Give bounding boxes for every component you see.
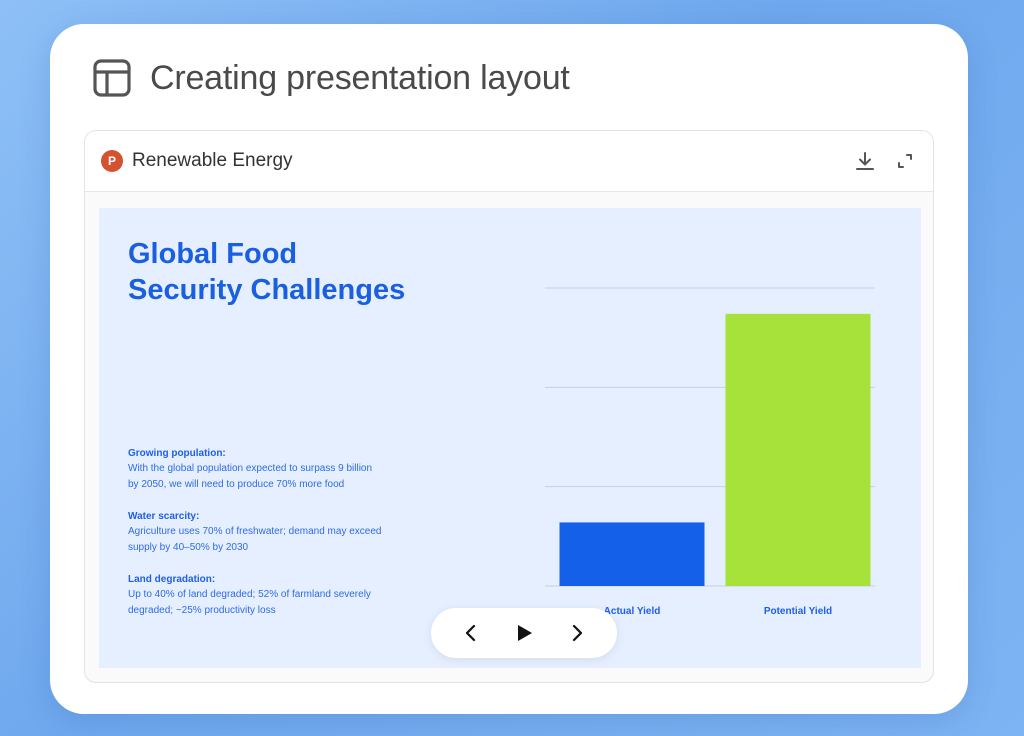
slide-preview: Global Food Security Challenges Growing … [99,208,921,668]
presentation-viewer: P Renewable Energy Global Food Security … [84,130,934,683]
slide-title-line-2: Security Challenges [128,274,406,306]
bullet-heading: Growing population: [128,448,226,459]
bullet-text-line: supply by 40–50% by 2030 [128,542,249,553]
bullet-heading: Water scarcity: [128,511,200,522]
playback-controls [431,608,617,658]
viewer-actions [853,149,917,173]
bar-potential-yield [725,313,871,586]
bullet-heading: Land degradation: [128,574,216,585]
bullet-item: Growing population: With the global popu… [128,448,438,493]
play-icon[interactable] [513,622,535,644]
slide-title: Global Food Security Challenges [128,236,488,308]
powerpoint-icon: P [101,150,123,172]
card-header: Creating presentation layout [92,56,570,100]
viewer-toolbar: P Renewable Energy [85,131,933,192]
bullet-text-line: degraded; ~25% productivity loss [128,605,276,616]
slide-title-line-1: Global Food [128,238,298,270]
yield-bar-chart: Actual Yield Potential Yield [539,287,889,648]
bullet-text-line: With the global population expected to s… [128,463,373,474]
chevron-left-icon[interactable] [460,622,482,644]
category-label: Actual Yield [604,606,661,617]
bullet-text-line: Up to 40% of land degraded; 52% of farml… [128,589,371,600]
bullet-text-line: by 2050, we will need to produce 70% mor… [128,479,345,490]
chevron-right-icon[interactable] [566,622,588,644]
bar-actual-yield [559,522,705,586]
chart-svg: Actual Yield Potential Yield [545,287,875,617]
category-label: Potential Yield [764,606,832,617]
download-icon[interactable] [853,149,877,173]
card-title: Creating presentation layout [150,58,570,97]
file-name: Renewable Energy [132,150,293,171]
expand-icon[interactable] [893,149,917,173]
bullet-item: Land degradation: Up to 40% of land degr… [128,574,438,619]
task-card: Creating presentation layout P Renewable… [50,24,968,714]
bullet-list: Growing population: With the global popu… [128,448,438,637]
bullet-item: Water scarcity: Agriculture uses 70% of … [128,511,438,556]
bullet-text-line: Agriculture uses 70% of freshwater; dema… [128,526,382,537]
layout-grid-icon [93,59,131,97]
